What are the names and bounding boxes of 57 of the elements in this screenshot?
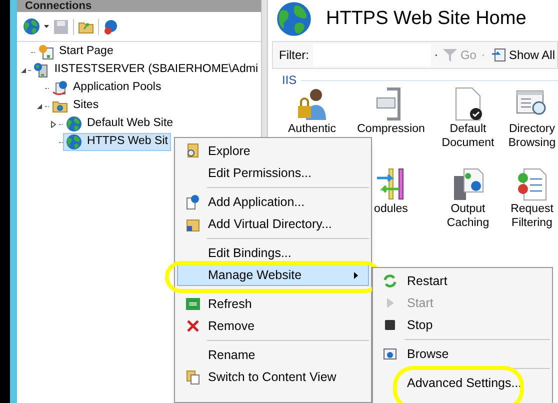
tree-item[interactable]: Default Web Site <box>63 115 176 133</box>
feature-tile[interactable]: Directory Browsing <box>506 86 558 150</box>
refresh-icon <box>185 296 201 312</box>
feature-label: odules <box>374 202 408 216</box>
connect-globe-icon <box>23 18 40 35</box>
remove-x-icon <box>185 318 201 334</box>
menu-item[interactable]: Edit Bindings... <box>177 242 369 264</box>
submenu-arrow-icon <box>354 272 358 278</box>
content-view-icon <box>185 369 201 385</box>
app-pool-icon <box>52 80 68 96</box>
show-all-button[interactable]: Show All <box>488 46 557 64</box>
document-globe-icon <box>185 194 201 210</box>
menu-item[interactable]: Remove <box>177 315 369 337</box>
tree-item[interactable]: Application Pools <box>49 79 164 97</box>
server-icon <box>33 62 50 78</box>
feature-label: Filtering <box>512 216 552 230</box>
panel-title: Connections <box>25 0 92 12</box>
feature-label: Default <box>450 122 486 136</box>
globe-icon <box>66 116 82 132</box>
dropdown-caret-icon[interactable] <box>435 54 438 56</box>
feature-tile[interactable]: Default Document <box>430 86 506 150</box>
menu-item[interactable]: Advanced Settings... <box>373 372 552 394</box>
tree-item[interactable]: IISTESTSERVER (SBAIERHOME\Admi <box>30 61 261 79</box>
show-all-icon <box>490 48 506 62</box>
menu-item[interactable]: Browse <box>373 343 552 365</box>
feature-label: Output <box>450 202 486 216</box>
tree-item[interactable]: Sites <box>49 97 102 115</box>
tree-item[interactable]: HTTPS Web Sit <box>63 133 171 151</box>
folder-search-icon <box>185 143 201 159</box>
funnel-icon <box>443 48 458 62</box>
menu-item[interactable]: Refresh <box>177 293 369 315</box>
menu-item[interactable]: Rename <box>177 344 369 366</box>
dropdown-caret-icon[interactable] <box>44 25 49 28</box>
feature-label: Request <box>510 202 554 216</box>
expanded-arrow-icon[interactable] <box>36 102 42 110</box>
feature-tile[interactable]: Request Filtering <box>506 166 558 230</box>
menu-item[interactable]: Stop <box>373 314 552 336</box>
stop-icon <box>383 318 397 332</box>
expanded-arrow-icon[interactable] <box>20 66 27 74</box>
collapsed-arrow-icon[interactable] <box>50 120 56 128</box>
menu-item[interactable]: Restart <box>373 270 552 292</box>
group-heading: IIS <box>282 72 297 89</box>
filter-label: Filter: <box>279 47 309 64</box>
page-title: HTTPS Web Site Home <box>326 6 526 31</box>
feature-label: Directory <box>508 122 555 136</box>
feature-tile[interactable]: Output Caching <box>430 166 506 230</box>
tree-item[interactable]: Start Page <box>35 43 116 61</box>
refresh-arrows-icon <box>383 274 397 288</box>
globe-icon <box>66 134 82 150</box>
feature-label: Authentic <box>288 122 336 136</box>
menu-item[interactable]: Switch to Content View <box>177 366 369 388</box>
feature-label: Compression <box>357 122 425 136</box>
browser-globe-icon <box>383 347 397 361</box>
feature-label: Document <box>442 136 494 150</box>
site-globe-icon <box>276 1 312 37</box>
feature-label: Browsing <box>508 136 556 150</box>
feature-label: Caching <box>446 216 490 230</box>
